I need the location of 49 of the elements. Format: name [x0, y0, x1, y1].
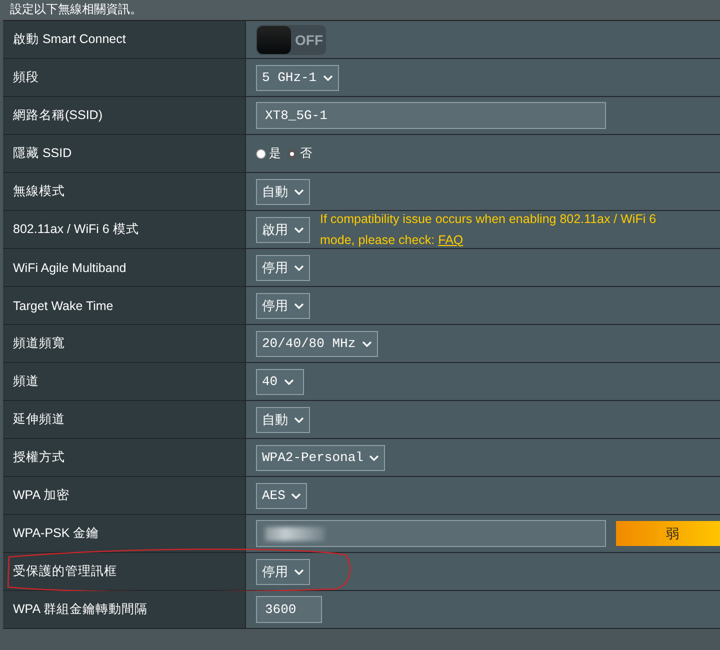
dropdown[interactable]: 啟用: [256, 216, 310, 242]
radio-option[interactable]: 是: [256, 145, 281, 162]
dropdown[interactable]: 20/40/80 MHz: [256, 330, 378, 356]
chevron-down-icon: [284, 378, 294, 384]
chevron-down-icon: [294, 302, 304, 308]
faq-link[interactable]: FAQ: [438, 232, 464, 246]
setting-label: 隱藏 SSID: [3, 135, 246, 172]
dropdown[interactable]: 自動: [256, 178, 310, 204]
setting-label: WiFi Agile Multiband: [3, 249, 246, 286]
setting-label: WPA 群組金鑰轉動間隔: [3, 591, 246, 628]
setting-label: Target Wake Time: [3, 287, 246, 324]
dropdown[interactable]: 自動: [256, 406, 310, 432]
setting-label: 802.11ax / WiFi 6 模式: [3, 211, 246, 248]
password-field[interactable]: [256, 520, 606, 547]
chevron-down-icon: [294, 188, 304, 194]
setting-label: 網路名稱(SSID): [3, 97, 246, 134]
intro-text: 設定以下無線相關資訊。: [0, 0, 720, 20]
dropdown[interactable]: 停用: [256, 558, 310, 584]
blurred-key: [265, 526, 325, 540]
chevron-down-icon: [369, 454, 380, 460]
toggle-switch[interactable]: OFF: [256, 24, 326, 54]
setting-label: 啟動 Smart Connect: [3, 21, 246, 58]
chevron-down-icon: [291, 492, 302, 498]
dropdown[interactable]: 停用: [256, 254, 310, 280]
setting-label: 頻道: [3, 363, 246, 400]
setting-label: 受保護的管理訊框: [3, 553, 246, 590]
setting-label: 授權方式: [3, 439, 246, 476]
compatibility-note: If compatibility issue occurs when enabling 802.11ax / WiFi 6 mode, please check: FAQ: [320, 210, 658, 249]
dropdown[interactable]: 40: [256, 368, 304, 394]
input-field[interactable]: XT8_5G-1: [256, 102, 606, 129]
setting-label: 頻道頻寬: [3, 325, 246, 362]
dropdown[interactable]: 5 GHz-1: [256, 64, 339, 90]
setting-label: WPA-PSK 金鑰: [3, 515, 246, 552]
setting-label: WPA 加密: [3, 477, 246, 514]
chevron-down-icon: [362, 340, 372, 346]
chevron-down-icon: [322, 74, 333, 80]
chevron-down-icon: [294, 226, 304, 232]
radio-option[interactable]: 否: [287, 145, 312, 162]
dropdown[interactable]: AES: [256, 482, 308, 508]
input-field[interactable]: 3600: [256, 596, 322, 623]
strength-meter: 弱: [616, 521, 720, 546]
dropdown[interactable]: 停用: [256, 292, 310, 318]
setting-label: 頻段: [3, 59, 246, 96]
chevron-down-icon: [294, 568, 304, 574]
chevron-down-icon: [294, 264, 304, 270]
dropdown[interactable]: WPA2-Personal: [256, 444, 386, 470]
setting-label: 無線模式: [3, 173, 246, 210]
setting-label: 延伸頻道: [3, 401, 246, 438]
chevron-down-icon: [294, 416, 304, 422]
